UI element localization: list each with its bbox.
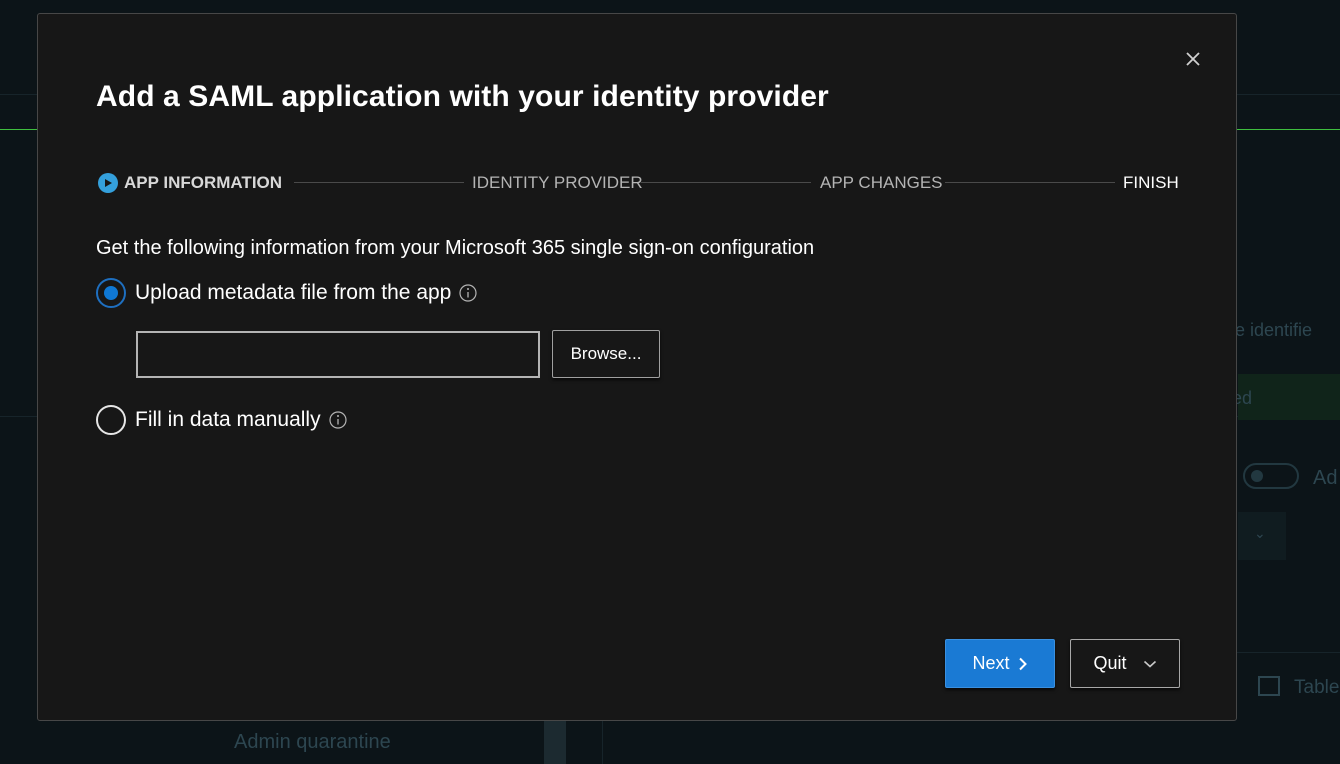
wizard-stepper: APP INFORMATION IDENTITY PROVIDER APP CH… xyxy=(98,170,1179,196)
step-label: IDENTITY PROVIDER xyxy=(472,173,643,192)
step-connector xyxy=(641,182,811,183)
next-button[interactable]: Next xyxy=(945,639,1055,688)
close-button[interactable] xyxy=(1178,44,1208,74)
next-button-label: Next xyxy=(972,653,1010,673)
browse-button[interactable]: Browse... xyxy=(552,330,660,378)
quit-button-label: Quit xyxy=(1093,653,1127,673)
step-label: APP CHANGES xyxy=(820,173,943,192)
bg-scrollbar xyxy=(544,720,566,764)
bg-table-icon xyxy=(1258,676,1280,696)
info-icon[interactable] xyxy=(459,284,477,302)
radio-selected-dot xyxy=(104,286,118,300)
step-app-changes: APP CHANGES xyxy=(820,170,943,196)
step-label: APP INFORMATION xyxy=(124,173,283,192)
dialog-title: Add a SAML application with your identit… xyxy=(96,80,829,113)
bg-sidebar-item: Admin quarantine xyxy=(234,731,391,753)
saml-app-dialog: Add a SAML application with your identit… xyxy=(37,13,1237,721)
info-icon[interactable] xyxy=(328,411,347,429)
bg-table-label: Table xyxy=(1294,677,1340,698)
chevron-down-icon xyxy=(1143,659,1157,669)
bg-status-bar xyxy=(1238,374,1340,420)
step-label: FINISH xyxy=(1123,173,1179,192)
option-label: Fill in data manually xyxy=(135,408,321,431)
option-upload-metadata[interactable]: Upload metadata file from the app xyxy=(96,278,477,308)
step-identity-provider: IDENTITY PROVIDER xyxy=(472,170,643,196)
step-finish: FINISH xyxy=(1123,170,1179,196)
bg-toggle xyxy=(1243,463,1299,489)
step-connector xyxy=(294,182,464,183)
option-label: Upload metadata file from the app xyxy=(135,281,452,304)
quit-button[interactable]: Quit xyxy=(1070,639,1180,688)
instruction-text: Get the following information from your … xyxy=(96,237,815,259)
bg-field-label: ce identifie xyxy=(1226,320,1313,340)
play-icon xyxy=(98,173,118,193)
chevron-right-icon xyxy=(1018,657,1028,671)
bg-chevron-down-icon: ⌄ xyxy=(1254,525,1266,541)
option-fill-manually[interactable]: Fill in data manually xyxy=(96,405,347,435)
bg-divider xyxy=(1236,652,1340,653)
bg-divider xyxy=(602,720,603,764)
close-icon xyxy=(1186,52,1200,66)
bg-toggle-label: Ad xyxy=(1313,467,1338,489)
step-app-information: APP INFORMATION xyxy=(98,170,282,196)
radio-fill-manually[interactable] xyxy=(96,405,126,435)
metadata-file-input[interactable] xyxy=(136,331,540,378)
radio-upload-metadata[interactable] xyxy=(96,278,126,308)
step-connector xyxy=(945,182,1115,183)
